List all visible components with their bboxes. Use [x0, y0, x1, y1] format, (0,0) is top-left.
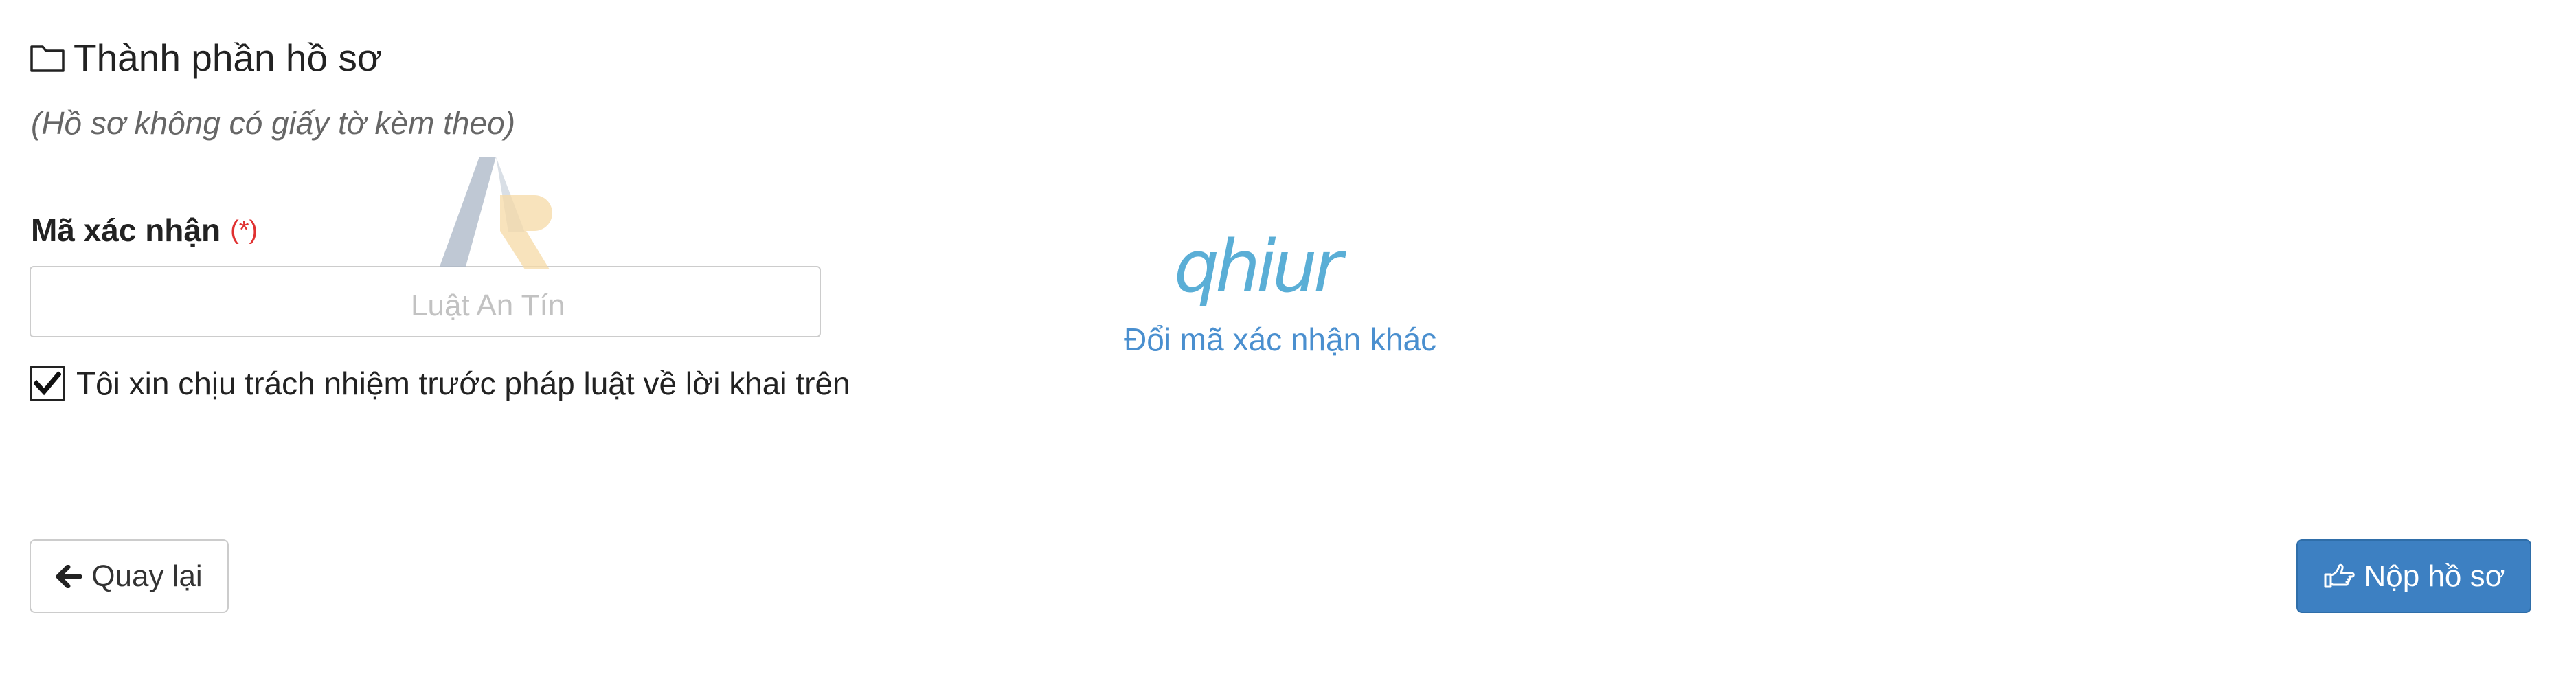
folder-icon: [30, 43, 65, 73]
declaration-row: Tôi xin chịu trách nhiệm trước pháp luật…: [30, 364, 850, 403]
captcha-image: qhiur: [1174, 232, 1351, 308]
captcha-label: Mã xác nhận (*): [31, 212, 258, 249]
back-button[interactable]: Quay lại: [30, 539, 229, 613]
refresh-captcha-link[interactable]: Đổi mã xác nhận khác: [1124, 321, 1436, 358]
declaration-label: Tôi xin chịu trách nhiệm trước pháp luật…: [76, 366, 850, 401]
submit-button-label: Nộp hồ sơ: [2364, 559, 2505, 593]
submit-application-button[interactable]: Nộp hồ sơ: [2296, 539, 2531, 613]
checkmark-icon: [34, 371, 61, 396]
declaration-checkbox[interactable]: [30, 366, 65, 401]
arrow-left-icon: [56, 564, 82, 588]
hand-pointing-right-icon: [2324, 563, 2355, 587]
back-button-label: Quay lại: [91, 559, 203, 593]
captcha-code: qhiur: [1174, 232, 1347, 308]
required-mark: (*): [230, 216, 258, 245]
watermark-logo: [440, 157, 552, 269]
no-attachments-note: (Hồ sơ không có giấy tờ kèm theo): [31, 105, 516, 141]
section-heading: Thành phần hồ sơ: [30, 33, 382, 82]
section-title: Thành phần hồ sơ: [74, 36, 382, 79]
captcha-label-text: Mã xác nhận: [31, 212, 221, 248]
captcha-input[interactable]: [30, 266, 821, 337]
